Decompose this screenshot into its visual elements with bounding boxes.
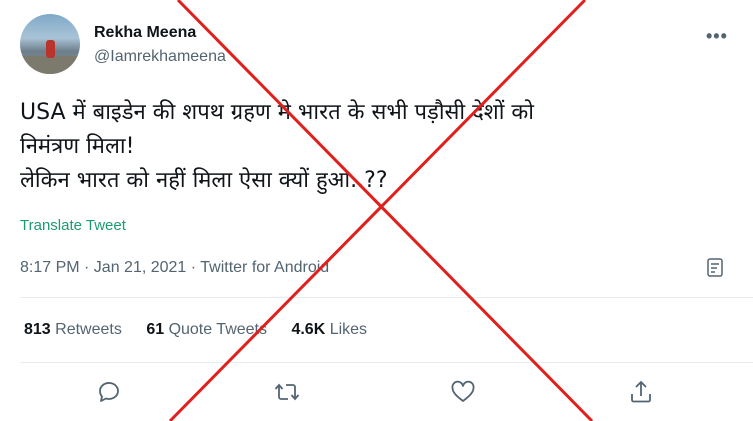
likes-stat[interactable]: 4.6K Likes [291,321,367,338]
likes-label: Likes [329,321,368,338]
tweet-text: USA में बाइडेन की शपथ ग्रहण मे भारत के स… [20,96,740,198]
analytics-icon[interactable] [707,258,725,278]
user-handle[interactable]: @Iamrekhameena [94,48,226,66]
likes-count: 4.6K [291,321,326,338]
tweet-stats: 813 Retweets 61 Quote Tweets 4.6K Likes [24,321,387,339]
avatar-person [46,40,55,58]
quote-tweets-stat[interactable]: 61 Quote Tweets [146,321,267,338]
retweets-count: 813 [24,321,51,338]
tweet-line-1: USA में बाइडेन की शपथ ग्रहण मे भारत के स… [20,100,535,125]
retweets-stat[interactable]: 813 Retweets [24,321,122,338]
translate-tweet-link[interactable]: Translate Tweet [20,217,126,234]
reply-icon[interactable] [95,378,123,406]
retweet-icon[interactable] [273,378,301,406]
avatar-ground [20,56,80,74]
avatar[interactable] [20,14,80,74]
tweet-timestamp[interactable]: 8:17 PM · Jan 21, 2021 · Twitter for And… [20,259,329,277]
quote-tweets-label: Quote Tweets [168,321,267,338]
display-name[interactable]: Rekha Meena [94,24,196,42]
share-icon[interactable] [627,378,655,406]
more-options-icon[interactable]: ••• [706,26,728,47]
retweets-label: Retweets [55,321,122,338]
divider [20,297,753,298]
like-icon[interactable] [449,378,477,406]
divider [20,362,753,363]
tweet-line-3: लेकिन भारत को नहीं मिला ऐसा क्यों हुआ..?… [20,168,388,193]
tweet-line-2: निमंत्रण मिला! [20,134,135,159]
quote-tweets-count: 61 [146,321,165,338]
